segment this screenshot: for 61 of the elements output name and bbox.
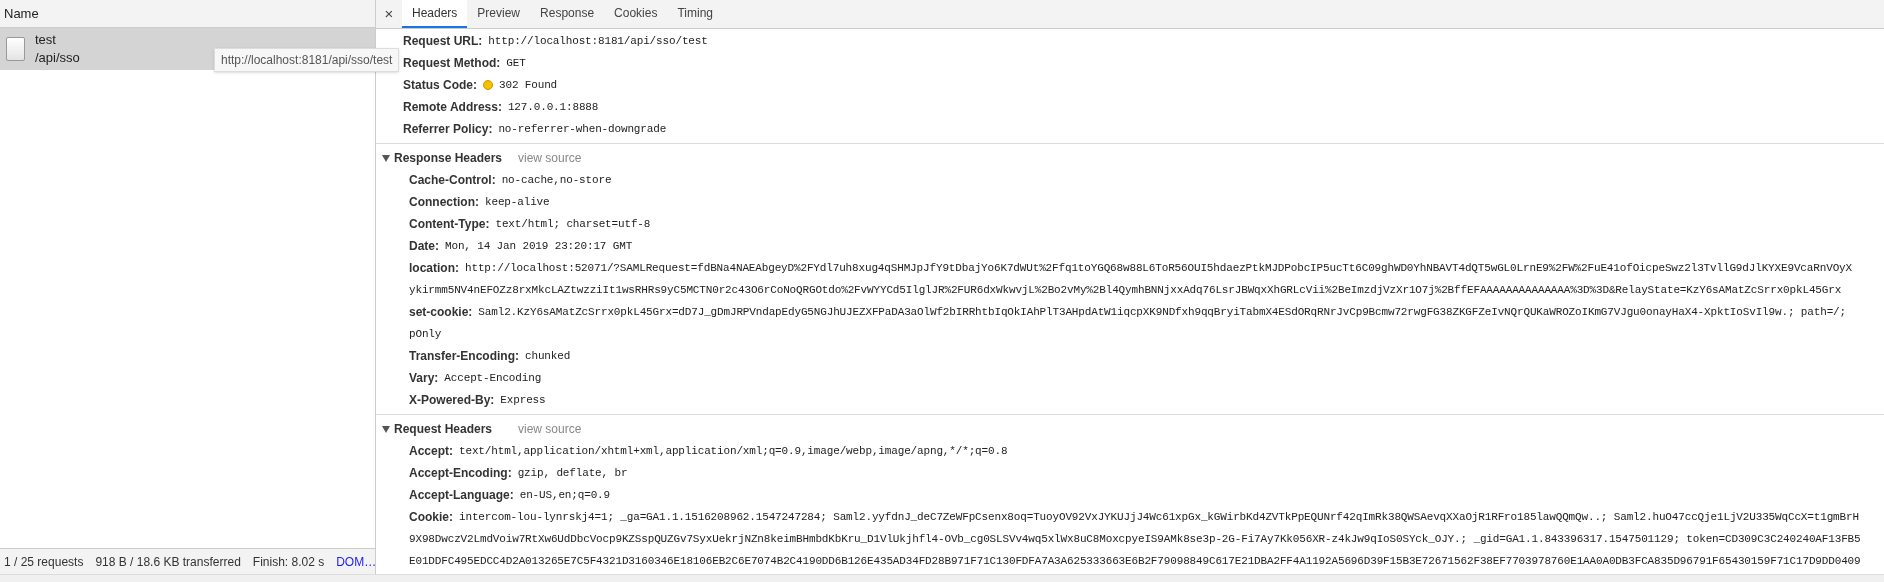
header-name: Date: [409, 238, 439, 255]
header-name: Transfer-Encoding: [409, 348, 519, 365]
status-text: 918 B / 18.6 KB transferred [95, 553, 241, 571]
header-value: text/html; charset=utf-8 [495, 216, 651, 232]
close-button[interactable]: × [376, 0, 402, 28]
view-source-link[interactable]: view source [518, 420, 582, 438]
header-name: Cache-Control: [409, 172, 496, 189]
status-text: Finish: 8.02 s [252, 553, 325, 571]
header-value: keep-alive [485, 194, 550, 210]
header-value: text/html,application/xhtml+xml,application/xml;q=0.9,image/webp,image/apng,*/*;q=0.8 [459, 443, 1008, 459]
header-name: Accept: [409, 443, 453, 460]
request-name: test [35, 31, 57, 49]
url-tooltip: http://localhost:8181/api/sso/test [214, 48, 400, 72]
header-name: Accept-Language: [409, 487, 514, 504]
header-name: Request URL: [403, 33, 483, 50]
header-value: en-US,en;q=0.9 [519, 487, 610, 503]
header-value: chunked [525, 348, 571, 364]
tab[interactable]: Response [530, 0, 605, 28]
header-value: Accept-Encoding [444, 370, 542, 386]
header-value: 9X98DwczV2LmdVoiw7RtXw6UdDbcVocp9KZSspQUZGv7SyxUekrjNZn8keimBHmbdKbKru_D1VlUkjhfl4-OVb_cg0SLSVv4wq5xlWx8uC8MoxcpyeIS9AMk8se3p-2G-Fi7Ay7Kk056XR-z4kJw9qIoS0SYck_OJY.; _gid=GA1.1.843396317.1547501129; token=CD309C3C240240AF13FB5 [409, 531, 1861, 547]
header-name: Request Method: [403, 55, 501, 72]
header-name: X-Powered-By: [409, 392, 495, 409]
status-text: 1 / 25 requests [4, 553, 84, 571]
header-name: Cookie: [409, 509, 453, 526]
header-name: Connection: [409, 194, 479, 211]
request-path: /api/sso [35, 49, 80, 67]
header-value: http://localhost:8181/api/sso/test [488, 33, 708, 49]
header-name: Vary: [409, 370, 439, 387]
disclosure-triangle-icon[interactable] [382, 154, 390, 162]
header-value: ykirmm5NV4nEFOZz8rxMkcLAZtwzziIt1wsRHRs9yC5MCTN0r2c43O6rCoNoQRGOtdo%2FvWYYCd5IlglJR%2FUR6dxWkwvjL%2Bo2vMy%2Bl4QymhBNNjxxAdq76LsrJBWqxXhGRLcVii%2BeImzdjVzXr1O7j%2BffEFAAAAAAAAAAAAAA%3D%3D&RelayState=KzY6sAMatZcSrrx0pkL45Grx [409, 282, 1842, 298]
header-name: Content-Type: [409, 216, 490, 233]
disclosure-triangle-icon[interactable] [382, 425, 390, 433]
header-value: intercom-lou-lynrskj4=1; _ga=GA1.1.1516208962.1547247284; Saml2.yyfdnJ_deC7ZeWFpCsenx8oq=TuoyOV92VxJYKUJjJ4Wc61xpGx_kGWirbKd4ZVTkPpEQUNrf42qImRk38QWSAevqXXaOjR1RFro185lawQQmQw..; Saml2.huO47ccQje1LjV2U335WqCcX=t1gmBrH [459, 509, 1859, 525]
header-name: Remote Address: [403, 99, 502, 116]
header-name: location: [409, 260, 459, 277]
header-value: Mon, 14 Jan 2019 23:20:17 GMT [445, 238, 633, 254]
header-value: no-referrer-when-downgrade [498, 121, 667, 137]
header-name: Status Code: [403, 77, 477, 94]
dom-link[interactable]: DOM… [336, 552, 377, 571]
header-value: GET [506, 55, 526, 71]
tab[interactable]: Cookies [604, 0, 668, 28]
tab[interactable]: Timing [667, 0, 723, 28]
header-value: pOnly [409, 326, 442, 342]
header-name: set-cookie: [409, 304, 473, 321]
tab[interactable]: Preview [467, 0, 531, 28]
header-value: Saml2.KzY6sAMatZcSrrx0pkL45Grx=dD7J_gDmJRPVndapEdyG5NGJhUJEZXFPaDA3aOlWf2bIRRhtbIqOkIAhPlT3AHpdAtW1iqcpXK9NDfxh9qqBryiTabmX4ESdORqRNrJvCp9Bcmw72rwgFG38ZKGFZeIvNQrQUKaWROZoIKmG7VJgu0onayHaX4-XpktIoSvIl9w.; path=/; [478, 304, 1846, 320]
tab[interactable]: Headers [402, 0, 468, 28]
header-value: 302 Found [499, 77, 558, 93]
header-value: 127.0.0.1:8888 [507, 99, 599, 115]
header-name: Accept-Encoding: [409, 465, 512, 482]
header-value: http://localhost:52071/?SAMLRequest=fdBNa4NAEAbgeyD%2FYdl7uh8xug4qSHMJpJfY9tDbajYo6K7dWUt%2Ffq1toYGQ68w88L6ToR56OUI5hdaezPtkMJDPobcIP5ucTt6C09ghWD0YhNBAVT4dQT5wGL0LrnE9%2FW%2FuE41ofOicpeSwz2l3TvllG9dJlKYXE9VcaRnVOyX [465, 260, 1852, 276]
column-header[interactable]: Name [4, 3, 39, 24]
header-value: gzip, deflate, br [517, 465, 628, 481]
header-value: E01DDFC495EDCC4D2A013265E7C5F4321D3160346E18106EB2C6E7074B2C4190DD6B126E435AD34FD28B971F71C130FDFA7A3A625333663E6B2F79098849C617E21DBA2FF4A1192A5696D39F15B3E72671562F38EF7703978760E1AA0A0DB3FCA835D96791F65430159F71C17D9DD0409 [409, 553, 1861, 569]
section-title[interactable]: Response Headers [394, 149, 514, 167]
header-name: Referrer Policy: [403, 121, 493, 138]
section-title[interactable]: Request Headers [394, 420, 514, 438]
header-value: Express [500, 392, 546, 408]
header-value: no-cache,no-store [501, 172, 612, 188]
document-icon [6, 37, 25, 61]
view-source-link[interactable]: view source [518, 149, 582, 167]
